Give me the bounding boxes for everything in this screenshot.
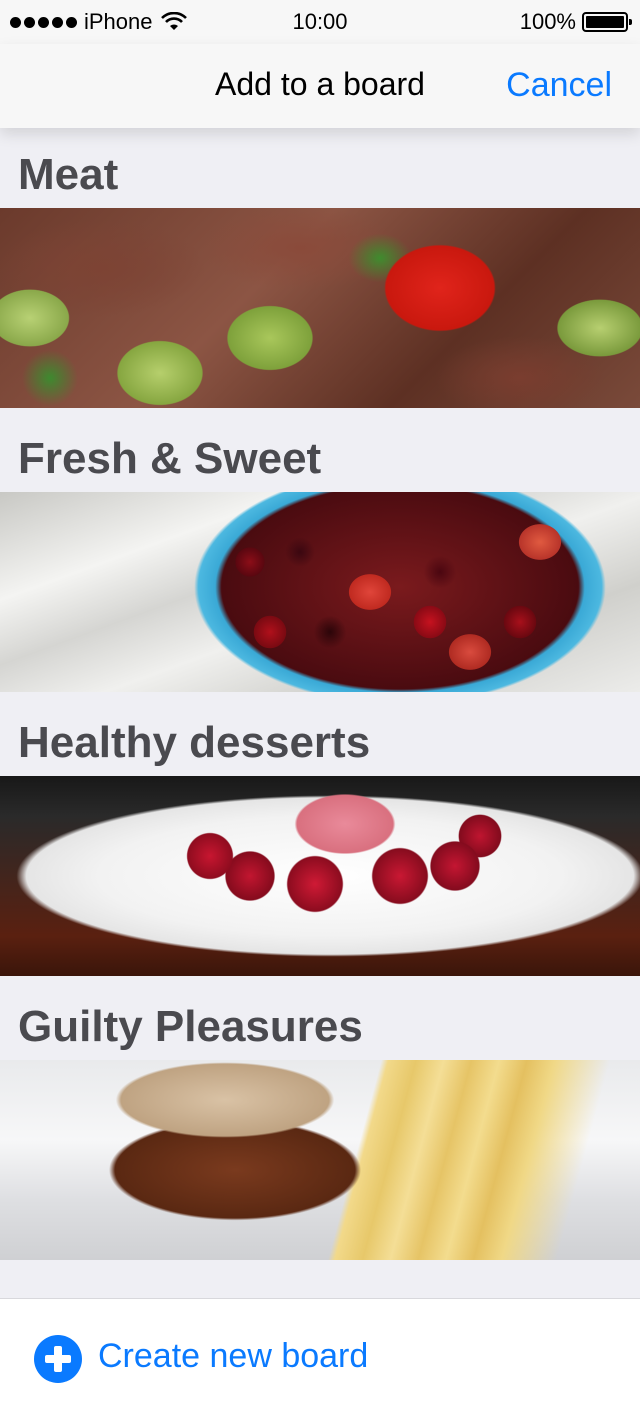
create-new-board-label: Create new board	[98, 1337, 369, 1375]
board-title: Fresh & Sweet	[18, 434, 322, 483]
board-title: Guilty Pleasures	[18, 1002, 363, 1051]
board-list: Meat Fresh & Sweet Healthy desserts Guil…	[0, 128, 640, 1264]
board-item-fresh-sweet[interactable]: Fresh & Sweet	[0, 412, 640, 696]
status-right: 100%	[519, 9, 632, 35]
board-cover-image	[0, 208, 640, 408]
cancel-button[interactable]: Cancel	[506, 66, 612, 105]
plus-circle-icon	[34, 1335, 82, 1383]
battery-percentage: 100%	[519, 9, 576, 34]
board-item-healthy-desserts[interactable]: Healthy desserts	[0, 696, 640, 980]
battery-icon	[582, 12, 632, 32]
board-cover-image	[0, 1060, 640, 1260]
status-bar: iPhone 10:00 100%	[0, 0, 640, 44]
board-title: Meat	[18, 150, 119, 199]
board-cover-image	[0, 492, 640, 692]
board-cover-image	[0, 776, 640, 976]
board-item-meat[interactable]: Meat	[0, 128, 640, 412]
create-new-board-button[interactable]: Create new board	[0, 1298, 640, 1416]
board-title: Healthy desserts	[18, 718, 371, 767]
navigation-bar: Add to a board Cancel	[0, 44, 640, 128]
board-item-guilty-pleasures[interactable]: Guilty Pleasures	[0, 980, 640, 1264]
